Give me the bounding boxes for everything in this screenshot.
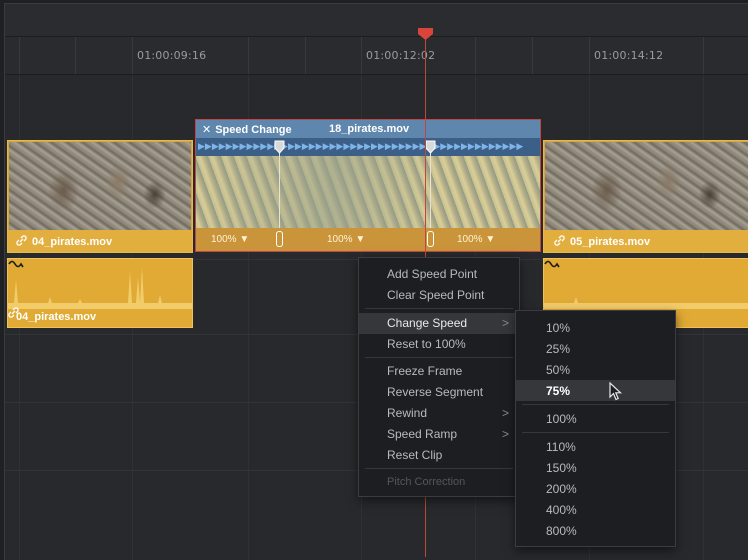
menu-separator [365,308,513,309]
menu-item-label: Change Speed [387,316,468,330]
audio-waveform [8,267,192,309]
audio-waveform [544,297,748,309]
chevron-right-icon: > [501,427,509,441]
segment-speed-dropdown[interactable]: 100% ▼ [327,234,365,245]
audio-clip-label: 04_pirates.mov [8,307,192,327]
timecode-ruler[interactable]: 01:00:09:16 01:00:12:02 01:00:14:12 [5,37,748,75]
chevron-right-icon: > [501,406,509,420]
ruler-tick [475,37,476,74]
link-icon [8,307,19,318]
menu-item-clear-speed-point[interactable]: Clear Speed Point [359,285,519,306]
menu-item-reverse-segment[interactable]: Reverse Segment [359,382,519,403]
speed-option-10[interactable]: 10% [516,317,675,338]
menu-item-change-speed[interactable]: Change Speed > [359,313,519,334]
speed-point-handle[interactable] [276,231,283,247]
link-icon [554,235,565,246]
clip-name: 04_pirates.mov [32,236,113,248]
speed-option-150[interactable]: 150% [516,457,675,478]
speed-option-75[interactable]: 75% [516,380,675,401]
speed-point-marker[interactable] [274,140,285,154]
ruler-tick [532,37,533,74]
change-speed-submenu: 10% 25% 50% 75% 100% 110% 150% 200% 400%… [515,310,676,547]
mouse-pointer-icon [609,382,623,401]
menu-item-rewind[interactable]: Rewind > [359,403,519,424]
link-icon [16,235,27,246]
clip-thumbnail [545,142,748,230]
speed-clip-thumbnails [196,156,540,228]
clip-label: 05_pirates.mov [544,230,748,252]
ruler-tick [361,37,362,74]
speed-option-25[interactable]: 25% [516,338,675,359]
ruler-timecode: 01:00:09:16 [137,49,207,62]
speed-segment-bar[interactable]: 100% ▼ 100% ▼ 100% ▼ [196,228,540,251]
ruler-tick [305,37,306,74]
menu-item-reset-clip[interactable]: Reset Clip [359,445,519,466]
menu-item-pitch-correction: Pitch Correction [387,476,466,488]
ruler-tick [75,37,76,74]
speed-clip-filename: 18_pirates.mov [329,123,410,135]
menu-separator [522,404,669,405]
video-clip-05-pirates[interactable]: 05_pirates.mov [543,140,748,253]
ruler-tick [703,37,704,74]
audio-clip-04-pirates[interactable]: 04_pirates.mov [7,258,193,328]
menu-item-speed-ramp[interactable]: Speed Ramp > [359,424,519,445]
speed-option-800[interactable]: 800% [516,520,675,541]
speed-point-handle[interactable] [427,231,434,247]
speed-option-50[interactable]: 50% [516,359,675,380]
waveform-toggle-icon[interactable] [544,259,560,269]
speed-option-400[interactable]: 400% [516,499,675,520]
speed-point-marker[interactable] [425,140,436,154]
clip-thumbnail [9,142,191,230]
playhead-marker[interactable] [418,28,433,40]
ruler-tick [19,37,20,74]
speed-option-100[interactable]: 100% [516,408,675,429]
clip-name: 05_pirates.mov [570,236,651,248]
menu-separator [522,432,669,433]
speed-arrows: ▶▶▶▶▶▶▶▶▶▶▶▶▶▶▶▶▶▶▶▶▶▶▶▶▶▶▶▶▶▶▶▶▶▶▶▶▶▶▶▶… [198,141,524,151]
chevron-right-icon: > [501,316,509,330]
waveform-toggle-icon[interactable] [8,259,24,269]
menu-separator [365,357,513,358]
speed-change-title: Speed Change [215,124,292,136]
menu-item-reset-to-100[interactable]: Reset to 100% [359,334,519,355]
ruler-tick [589,37,590,74]
speed-option-200[interactable]: 200% [516,478,675,499]
clip-label: 04_pirates.mov [8,230,192,252]
menu-item-freeze-frame[interactable]: Freeze Frame [359,361,519,382]
clip-name: 04_pirates.mov [16,311,97,323]
menu-item-add-speed-point[interactable]: Add Speed Point [359,264,519,285]
timeline-toolbar [5,4,748,37]
segment-speed-dropdown[interactable]: 100% ▼ [211,234,249,245]
menu-item-label: Rewind [387,406,428,420]
ruler-timecode: 01:00:14:12 [594,49,664,62]
menu-separator [365,468,513,469]
video-clip-04-pirates[interactable]: 04_pirates.mov [7,140,193,253]
ruler-tick [248,37,249,74]
speed-option-110[interactable]: 110% [516,436,675,457]
close-icon[interactable]: ✕ [202,124,211,136]
speed-change-header[interactable]: ✕ Speed Change 18_pirates.mov [195,119,541,138]
speed-arrow-strip[interactable]: ▶▶▶▶▶▶▶▶▶▶▶▶▶▶▶▶▶▶▶▶▶▶▶▶▶▶▶▶▶▶▶▶▶▶▶▶▶▶▶▶… [196,138,540,156]
ruler-tick [132,37,133,74]
menu-item-label: Speed Ramp [387,427,458,441]
clip-context-menu: Add Speed Point Clear Speed Point Change… [358,257,520,497]
segment-speed-dropdown[interactable]: 100% ▼ [457,234,495,245]
